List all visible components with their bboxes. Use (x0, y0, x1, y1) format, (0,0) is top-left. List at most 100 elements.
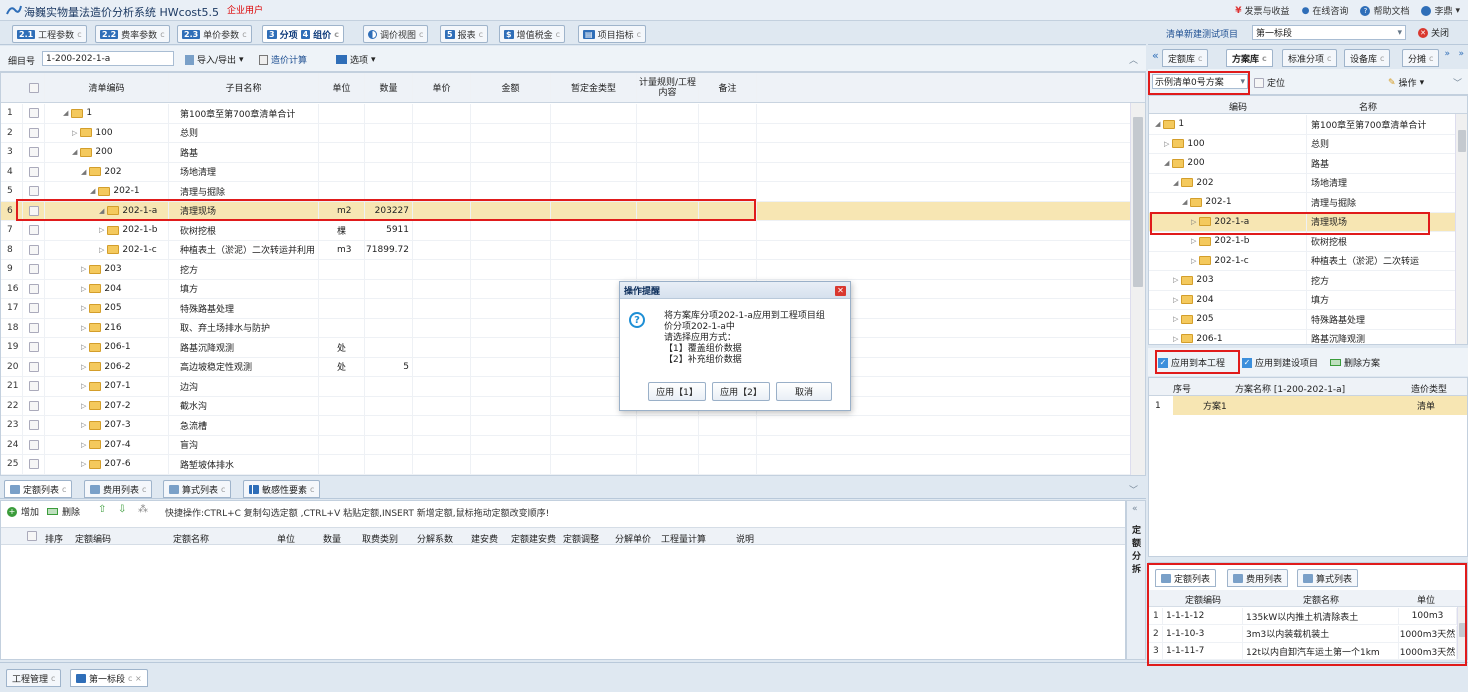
row-checkbox[interactable] (28, 400, 39, 411)
collapse-left-icon[interactable]: « (1152, 49, 1159, 62)
collapsed-arrow-icon[interactable]: ▷ (1173, 296, 1178, 304)
import-export-button[interactable]: 导入/导出 ▾ (185, 53, 244, 66)
table-row[interactable]: 19 ▷ 206-1 路基沉降观测处 (1, 338, 1145, 358)
expanded-arrow-icon[interactable]: ◢ (1182, 198, 1187, 206)
collapsed-arrow-icon[interactable]: ▷ (1191, 237, 1196, 245)
table-row[interactable]: 23 ▷ 207-3 急流槽 (1, 416, 1145, 436)
row-checkbox[interactable] (28, 381, 39, 392)
tree-row[interactable]: ▷ 100 总则 (1149, 134, 1467, 154)
tree-row[interactable]: ▷ 202-1-b 砍树挖根 (1149, 232, 1467, 252)
table-row[interactable]: 2 ▷ 100 总则 (1, 123, 1145, 143)
table-row[interactable]: 20 ▷ 206-2 高边坡稳定性观测处 5 (1, 357, 1145, 377)
table-row[interactable]: 6 ◢ 202-1-a 清理现场 m2 203227 (1, 201, 1145, 221)
table-row[interactable]: 21 ▷ 207-1 边沟 (1, 377, 1145, 397)
tree-row[interactable]: ◢ 1 第100章至第700章清单合计 (1149, 115, 1467, 135)
table-row[interactable]: 3 ◢ 200 路基 (1, 143, 1145, 163)
tree-row[interactable]: ▷ 203 挖方 (1149, 271, 1467, 291)
collapsed-arrow-icon[interactable]: ▷ (72, 129, 77, 137)
quota-split-sidebar[interactable]: « 定 额 分 拆 (1126, 500, 1146, 660)
apply-2-button[interactable]: 应用【2】 (712, 382, 770, 401)
collapsed-arrow-icon[interactable]: ▷ (81, 421, 86, 429)
tab-quota-lib[interactable]: 定额库 c (1162, 49, 1209, 67)
vertical-scrollbar[interactable] (1130, 103, 1145, 475)
tab-section-one[interactable]: 第一标段 c × (70, 669, 148, 687)
tree-row[interactable]: ▷ 202-1-a 清理现场 (1149, 212, 1467, 232)
collapsed-arrow-icon[interactable]: ▷ (81, 285, 86, 293)
apply-1-button[interactable]: 应用【1】 (648, 382, 706, 401)
expanded-arrow-icon[interactable]: ◢ (99, 207, 104, 215)
user-menu[interactable]: 李鼎 ▾ (1421, 4, 1460, 17)
collapse-down-icon[interactable]: ﹀ (1129, 483, 1138, 496)
row-checkbox[interactable] (28, 459, 39, 470)
table-row[interactable]: 24 ▷ 207-4 盲沟 (1, 435, 1145, 455)
collapse-down-icon[interactable]: ﹀ (1453, 76, 1462, 89)
collapsed-arrow-icon[interactable]: ▷ (1191, 257, 1196, 265)
expanded-arrow-icon[interactable]: ◢ (1173, 179, 1178, 187)
row-checkbox[interactable] (28, 439, 39, 450)
tree-row[interactable]: ◢ 200 路基 (1149, 154, 1467, 174)
item-no-input[interactable]: 1-200-202-1-a (42, 51, 174, 66)
table-row[interactable]: 7 ▷ 202-1-b 砍树挖根棵 5911 (1, 221, 1145, 241)
tab-sensitivity[interactable]: 敏感性要素 c (243, 480, 321, 498)
move-up-icon[interactable]: ⇧ (98, 504, 106, 515)
quota-select-all-checkbox[interactable] (27, 531, 37, 541)
quota-row[interactable]: 3 1-1-11-7 12t以内自卸汽车运土第一个1km 1000m3天然 (1149, 643, 1467, 660)
expanded-arrow-icon[interactable]: ◢ (90, 187, 95, 195)
quota-scrollbar[interactable] (1457, 607, 1467, 659)
tree-row[interactable]: ◢ 202-1 清理与掘除 (1149, 193, 1467, 213)
tree-icon[interactable]: ⁂ (138, 504, 148, 515)
plan-row[interactable]: 1 方案1 清单 (1149, 396, 1467, 415)
row-checkbox[interactable] (28, 205, 39, 216)
collapsed-arrow-icon[interactable]: ▷ (81, 441, 86, 449)
delete-plan-button[interactable]: 删除方案 (1330, 356, 1380, 369)
tab-plan-formula-list[interactable]: 算式列表 (1297, 569, 1359, 587)
collapsed-arrow-icon[interactable]: ▷ (99, 226, 104, 234)
table-row[interactable]: 16 ▷ 204 填方 (1, 279, 1145, 299)
row-checkbox[interactable] (28, 147, 39, 158)
invoice-link[interactable]: ¥ 发票与收益 (1235, 4, 1289, 18)
tab-rate-params[interactable]: 2.2 费率参数 c (95, 25, 170, 43)
table-row[interactable]: 4 ◢ 202 场地清理 (1, 162, 1145, 182)
collapsed-arrow-icon[interactable]: ▷ (99, 246, 104, 254)
tree-scrollbar[interactable] (1455, 114, 1467, 344)
tab-project-indicators[interactable]: ▤ 项目指标 c (578, 25, 646, 43)
tab-plan-fee-list[interactable]: 费用列表 (1227, 569, 1289, 587)
collapsed-arrow-icon[interactable]: ▷ (1191, 218, 1196, 226)
section-select[interactable]: 第一标段 ▾ (1252, 25, 1406, 40)
tab-reports[interactable]: 5 报表 c (440, 25, 488, 43)
row-checkbox[interactable] (28, 303, 39, 314)
plan-select[interactable]: 示例清单0号方案 ▾ (1152, 74, 1248, 89)
row-checkbox[interactable] (28, 420, 39, 431)
scroll-tabs-right-icon[interactable]: » (1444, 49, 1450, 59)
expanded-arrow-icon[interactable]: ◢ (63, 109, 68, 117)
move-down-icon[interactable]: ⇩ (118, 504, 126, 515)
row-checkbox[interactable] (28, 342, 39, 353)
collapse-up-icon[interactable]: ︿ (1129, 53, 1138, 66)
collapsed-arrow-icon[interactable]: ▷ (81, 304, 86, 312)
row-checkbox[interactable] (28, 166, 39, 177)
expanded-arrow-icon[interactable]: ◢ (72, 148, 77, 156)
options-button[interactable]: 选项 ▾ (336, 53, 376, 66)
tab-price-adjust-view[interactable]: 调价视图 c (363, 25, 429, 43)
collapsed-arrow-icon[interactable]: ▷ (1173, 276, 1178, 284)
close-button[interactable]: ✕ 关闭 (1418, 26, 1449, 39)
table-row[interactable]: 8 ▷ 202-1-c 种植表土（淤泥）二次转运并利用 m3 71899.72 (1, 240, 1145, 260)
tab-engineering-params[interactable]: 2.1 工程参数 c (12, 25, 87, 43)
apply-build-project-checkbox[interactable]: ✓ 应用到建设项目 (1242, 356, 1318, 369)
tab-equipment-lib[interactable]: 设备库 c (1344, 49, 1391, 67)
collapsed-arrow-icon[interactable]: ▷ (81, 382, 86, 390)
table-row[interactable]: 5 ◢ 202-1 清理与掘除 (1, 182, 1145, 202)
table-row[interactable]: 22 ▷ 207-2 截水沟 (1, 396, 1145, 416)
tab-allocation[interactable]: 分摊 c (1402, 49, 1440, 67)
tab-quota-list[interactable]: 定额列表 c (4, 480, 73, 498)
row-checkbox[interactable] (28, 186, 39, 197)
tab-vat[interactable]: $ 增值税金 c (499, 25, 565, 43)
row-checkbox[interactable] (28, 264, 39, 275)
consult-link[interactable]: ● 在线咨询 (1302, 4, 1349, 18)
table-row[interactable]: 25 ▷ 207-6 路堑坡体排水 (1, 455, 1145, 475)
collapsed-arrow-icon[interactable]: ▷ (81, 324, 86, 332)
row-checkbox[interactable] (28, 283, 39, 294)
add-button[interactable]: + 增加 (7, 505, 39, 518)
collapsed-arrow-icon[interactable]: ▷ (81, 460, 86, 468)
operate-menu[interactable]: ✎ 操作 ▾ (1388, 76, 1424, 90)
